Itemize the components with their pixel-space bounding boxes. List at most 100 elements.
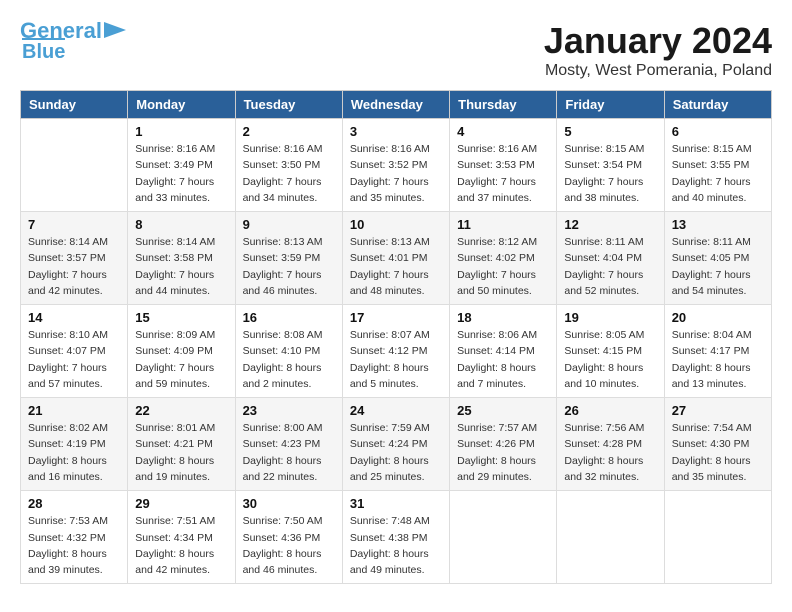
day-number: 11 — [457, 217, 549, 232]
cell-info: Sunrise: 8:14 AMSunset: 3:58 PMDaylight:… — [135, 234, 227, 299]
header-day-monday: Monday — [128, 91, 235, 119]
day-number: 19 — [564, 310, 656, 325]
day-number: 17 — [350, 310, 442, 325]
calendar-cell: 5 Sunrise: 8:15 AMSunset: 3:54 PMDaylight… — [557, 119, 664, 212]
location: Mosty, West Pomerania, Poland — [544, 62, 772, 80]
calendar-cell — [557, 491, 664, 584]
cell-info: Sunrise: 8:13 AMSunset: 3:59 PMDaylight:… — [243, 234, 335, 299]
calendar-cell: 26 Sunrise: 7:56 AMSunset: 4:28 PMDayligh… — [557, 398, 664, 491]
cell-info: Sunrise: 8:13 AMSunset: 4:01 PMDaylight:… — [350, 234, 442, 299]
calendar-table: SundayMondayTuesdayWednesdayThursdayFrid… — [20, 90, 772, 584]
cell-info: Sunrise: 7:48 AMSunset: 4:38 PMDaylight:… — [350, 513, 442, 578]
day-number: 29 — [135, 496, 227, 511]
cell-info: Sunrise: 8:06 AMSunset: 4:14 PMDaylight:… — [457, 327, 549, 392]
cell-info: Sunrise: 8:16 AMSunset: 3:53 PMDaylight:… — [457, 141, 549, 206]
cell-info: Sunrise: 7:57 AMSunset: 4:26 PMDaylight:… — [457, 420, 549, 485]
day-number: 5 — [564, 124, 656, 139]
calendar-cell: 14 Sunrise: 8:10 AMSunset: 4:07 PMDayligh… — [21, 305, 128, 398]
cell-info: Sunrise: 8:16 AMSunset: 3:49 PMDaylight:… — [135, 141, 227, 206]
calendar-cell: 10 Sunrise: 8:13 AMSunset: 4:01 PMDayligh… — [342, 212, 449, 305]
day-number: 22 — [135, 403, 227, 418]
calendar-cell: 30 Sunrise: 7:50 AMSunset: 4:36 PMDayligh… — [235, 491, 342, 584]
cell-info: Sunrise: 8:01 AMSunset: 4:21 PMDaylight:… — [135, 420, 227, 485]
header-row: SundayMondayTuesdayWednesdayThursdayFrid… — [21, 91, 772, 119]
cell-info: Sunrise: 8:11 AMSunset: 4:05 PMDaylight:… — [672, 234, 764, 299]
cell-info: Sunrise: 8:04 AMSunset: 4:17 PMDaylight:… — [672, 327, 764, 392]
week-row-4: 21Sunrise: 8:02 AMSunset: 4:19 PMDayligh… — [21, 398, 772, 491]
calendar-cell: 11 Sunrise: 8:12 AMSunset: 4:02 PMDayligh… — [450, 212, 557, 305]
day-number: 18 — [457, 310, 549, 325]
day-number: 30 — [243, 496, 335, 511]
cell-info: Sunrise: 8:02 AMSunset: 4:19 PMDaylight:… — [28, 420, 120, 485]
calendar-cell: 19 Sunrise: 8:05 AMSunset: 4:15 PMDayligh… — [557, 305, 664, 398]
logo: General Blue — [20, 20, 126, 62]
cell-info: Sunrise: 8:10 AMSunset: 4:07 PMDaylight:… — [28, 327, 120, 392]
day-number: 10 — [350, 217, 442, 232]
logo-blue-text: Blue — [22, 38, 65, 62]
day-number: 16 — [243, 310, 335, 325]
day-number: 7 — [28, 217, 120, 232]
calendar-cell: 22 Sunrise: 8:01 AMSunset: 4:21 PMDayligh… — [128, 398, 235, 491]
cell-info: Sunrise: 7:51 AMSunset: 4:34 PMDaylight:… — [135, 513, 227, 578]
calendar-cell: 15 Sunrise: 8:09 AMSunset: 4:09 PMDayligh… — [128, 305, 235, 398]
day-number: 8 — [135, 217, 227, 232]
day-number: 4 — [457, 124, 549, 139]
day-number: 31 — [350, 496, 442, 511]
cell-info: Sunrise: 7:54 AMSunset: 4:30 PMDaylight:… — [672, 420, 764, 485]
header-day-sunday: Sunday — [21, 91, 128, 119]
calendar-cell: 17Sunrise: 8:07 AMSunset: 4:12 PMDayligh… — [342, 305, 449, 398]
calendar-cell: 21Sunrise: 8:02 AMSunset: 4:19 PMDayligh… — [21, 398, 128, 491]
day-number: 9 — [243, 217, 335, 232]
calendar-cell: 7Sunrise: 8:14 AMSunset: 3:57 PMDaylight… — [21, 212, 128, 305]
day-number: 6 — [672, 124, 764, 139]
calendar-cell: 24Sunrise: 7:59 AMSunset: 4:24 PMDayligh… — [342, 398, 449, 491]
calendar-cell: 29 Sunrise: 7:51 AMSunset: 4:34 PMDayligh… — [128, 491, 235, 584]
calendar-cell — [664, 491, 771, 584]
cell-info: Sunrise: 8:09 AMSunset: 4:09 PMDaylight:… — [135, 327, 227, 392]
title-block: January 2024 Mosty, West Pomerania, Pola… — [544, 20, 772, 80]
cell-info: Sunrise: 8:15 AMSunset: 3:55 PMDaylight:… — [672, 141, 764, 206]
day-number: 28 — [28, 496, 120, 511]
day-number: 12 — [564, 217, 656, 232]
cell-info: Sunrise: 8:11 AMSunset: 4:04 PMDaylight:… — [564, 234, 656, 299]
calendar-cell: 12 Sunrise: 8:11 AMSunset: 4:04 PMDayligh… — [557, 212, 664, 305]
week-row-5: 28Sunrise: 7:53 AMSunset: 4:32 PMDayligh… — [21, 491, 772, 584]
day-number: 25 — [457, 403, 549, 418]
day-number: 1 — [135, 124, 227, 139]
day-number: 26 — [564, 403, 656, 418]
calendar-cell: 4 Sunrise: 8:16 AMSunset: 3:53 PMDaylight… — [450, 119, 557, 212]
cell-info: Sunrise: 8:16 AMSunset: 3:52 PMDaylight:… — [350, 141, 442, 206]
header-day-wednesday: Wednesday — [342, 91, 449, 119]
cell-info: Sunrise: 7:56 AMSunset: 4:28 PMDaylight:… — [564, 420, 656, 485]
day-number: 24 — [350, 403, 442, 418]
page-header: General Blue January 2024 Mosty, West Po… — [20, 20, 772, 80]
day-number: 14 — [28, 310, 120, 325]
calendar-cell: 6 Sunrise: 8:15 AMSunset: 3:55 PMDaylight… — [664, 119, 771, 212]
cell-info: Sunrise: 8:12 AMSunset: 4:02 PMDaylight:… — [457, 234, 549, 299]
header-day-thursday: Thursday — [450, 91, 557, 119]
header-day-saturday: Saturday — [664, 91, 771, 119]
cell-info: Sunrise: 8:00 AMSunset: 4:23 PMDaylight:… — [243, 420, 335, 485]
cell-info: Sunrise: 7:50 AMSunset: 4:36 PMDaylight:… — [243, 513, 335, 578]
day-number: 23 — [243, 403, 335, 418]
calendar-cell: 1 Sunrise: 8:16 AMSunset: 3:49 PMDaylight… — [128, 119, 235, 212]
calendar-cell — [21, 119, 128, 212]
cell-info: Sunrise: 8:15 AMSunset: 3:54 PMDaylight:… — [564, 141, 656, 206]
calendar-cell: 3Sunrise: 8:16 AMSunset: 3:52 PMDaylight… — [342, 119, 449, 212]
calendar-cell — [450, 491, 557, 584]
calendar-cell: 16 Sunrise: 8:08 AMSunset: 4:10 PMDayligh… — [235, 305, 342, 398]
calendar-cell: 8 Sunrise: 8:14 AMSunset: 3:58 PMDaylight… — [128, 212, 235, 305]
header-day-tuesday: Tuesday — [235, 91, 342, 119]
calendar-cell: 2Sunrise: 8:16 AMSunset: 3:50 PMDaylight… — [235, 119, 342, 212]
calendar-cell: 28Sunrise: 7:53 AMSunset: 4:32 PMDayligh… — [21, 491, 128, 584]
day-number: 15 — [135, 310, 227, 325]
calendar-cell: 18 Sunrise: 8:06 AMSunset: 4:14 PMDayligh… — [450, 305, 557, 398]
day-number: 20 — [672, 310, 764, 325]
header-day-friday: Friday — [557, 91, 664, 119]
cell-info: Sunrise: 8:08 AMSunset: 4:10 PMDaylight:… — [243, 327, 335, 392]
week-row-3: 14 Sunrise: 8:10 AMSunset: 4:07 PMDayligh… — [21, 305, 772, 398]
calendar-cell: 13Sunrise: 8:11 AMSunset: 4:05 PMDayligh… — [664, 212, 771, 305]
calendar-cell: 25 Sunrise: 7:57 AMSunset: 4:26 PMDayligh… — [450, 398, 557, 491]
cell-info: Sunrise: 8:05 AMSunset: 4:15 PMDaylight:… — [564, 327, 656, 392]
calendar-cell: 9 Sunrise: 8:13 AMSunset: 3:59 PMDaylight… — [235, 212, 342, 305]
